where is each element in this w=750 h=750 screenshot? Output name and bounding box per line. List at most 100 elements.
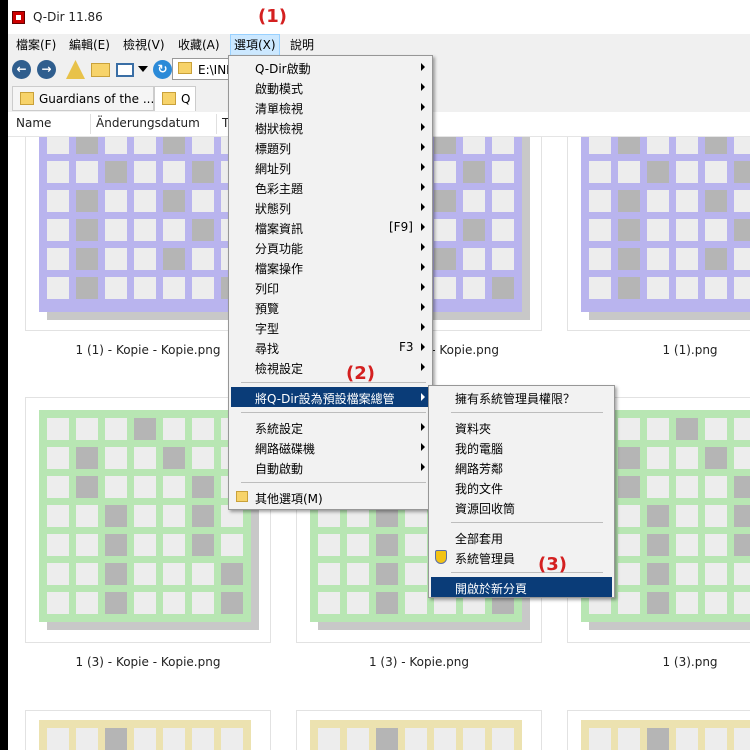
menu-item-find[interactable]: 尋找 F3 [231,337,430,357]
menu-item-system-settings[interactable]: 系統設定 [231,417,430,437]
grid-cell [618,728,640,750]
column-name[interactable]: Name [16,116,51,130]
submenu-item-network[interactable]: 網路芳鄰 [431,457,612,477]
menu-item-more-options[interactable]: 其他選項(M) [231,487,430,507]
view-mode-button[interactable] [116,63,134,77]
grid-cell [76,563,98,585]
tab-q[interactable]: Q [154,86,196,111]
submenu-item-open-new-tab[interactable]: 開啟於新分頁 [431,577,612,597]
column-separator[interactable] [216,114,217,134]
file-thumbnail[interactable] [296,710,542,750]
menu-item-file-operations[interactable]: 檔案操作 [231,257,430,277]
menu-favorites[interactable]: 收藏(A) [175,34,223,56]
menu-item-status-bar[interactable]: 狀態列 [231,197,430,217]
menu-item-default-explorer[interactable]: 將Q-Dir設為預設檔案總管 [231,387,430,407]
grid-cell [134,219,156,241]
file-name[interactable]: 1 (3) - Kopie - Kopie.png [25,655,271,669]
grid-cell [618,277,640,299]
menu-item-label: 擁有系統管理員權限？ [455,392,576,406]
grid-cell [47,161,69,183]
grid-cell [618,476,640,498]
thumbnail-image [310,720,522,750]
grid-cell [192,190,214,212]
menu-item-start-mode[interactable]: 啟動模式 [231,77,430,97]
submenu-item-admin-rights[interactable]: 擁有系統管理員權限？ [431,387,612,407]
grid-cell [105,190,127,212]
forward-button[interactable]: → [37,60,56,79]
menu-item-label: 色彩主題 [255,182,304,196]
grid-cell [618,592,640,614]
file-name[interactable]: 1 (3) - Kopie.png [296,655,542,669]
file-thumbnail[interactable] [25,710,271,750]
grid-cell [105,277,127,299]
menu-edit[interactable]: 編輯(E) [66,34,113,56]
menu-item-view-settings[interactable]: 檢視設定 [231,357,430,377]
column-modified[interactable]: Änderungsdatum [96,116,200,130]
menu-separator [451,412,603,413]
menu-item-label: 檢視設定 [255,362,304,376]
menu-item-tree-view[interactable]: 樹狀檢視 [231,117,430,137]
submenu-item-my-documents[interactable]: 我的文件 [431,477,612,497]
submenu-item-folder[interactable]: 資料夾 [431,417,612,437]
menu-item-label: 我的文件 [455,482,504,496]
new-folder-button[interactable] [91,63,110,77]
menu-help[interactable]: 說明 [287,34,317,56]
file-name[interactable]: 1 (1).png [567,343,750,357]
menu-item-label: 資料夾 [455,422,492,436]
chevron-right-icon [421,243,425,251]
grid-cell [589,728,611,750]
column-separator[interactable] [90,114,91,134]
menu-item-label: 分頁功能 [255,242,304,256]
menu-item-color-theme[interactable]: 色彩主題 [231,177,430,197]
file-name[interactable]: 1 (3).png [567,655,750,669]
menu-item-list-view[interactable]: 清單檢視 [231,97,430,117]
back-button[interactable]: ← [12,60,31,79]
submenu-item-my-computer[interactable]: 我的電腦 [431,437,612,457]
grid-cell [163,505,185,527]
grid-cell [434,219,456,241]
grid-cell [221,534,243,556]
grid-cell [676,418,698,440]
menu-item-title-bar[interactable]: 標題列 [231,137,430,157]
file-thumbnail[interactable] [567,137,750,331]
menu-item-label: 自動啟動 [255,462,304,476]
menu-item-file-info[interactable]: 檔案資訊 [F9] [231,217,430,237]
grid-cell [676,277,698,299]
grid-cell [705,418,727,440]
menu-item-preview[interactable]: 預覽 [231,297,430,317]
grid-cell [76,248,98,270]
menu-view[interactable]: 檢視(V) [120,34,168,56]
menu-item-tab-functions[interactable]: 分頁功能 [231,237,430,257]
menu-separator [451,522,603,523]
menu-options[interactable]: 選項(X) [230,34,280,56]
chevron-right-icon [421,183,425,191]
grid-cell [192,534,214,556]
menu-file[interactable]: 檔案(F) [13,34,59,56]
grid-cell [676,219,698,241]
tab-guardians[interactable]: Guardians of the ... [12,86,154,111]
refresh-button[interactable]: ↻ [153,60,172,79]
grid-cell [647,161,669,183]
menu-item-print[interactable]: 列印 [231,277,430,297]
grid-cell [47,277,69,299]
view-mode-dropdown-icon[interactable] [138,66,148,72]
menu-item-qdir-start[interactable]: Q-Dir啟動 [231,57,430,77]
file-thumbnail[interactable] [567,710,750,750]
grid-cell [318,563,340,585]
up-folder-button[interactable] [66,60,85,79]
grid-cell [47,476,69,498]
grid-cell [589,248,611,270]
submenu-item-apply-all[interactable]: 全部套用 [431,527,612,547]
shield-icon [435,550,447,564]
menu-item-network-drive[interactable]: 網路磁碟機 [231,437,430,457]
submenu-item-administrator[interactable]: 系統管理員 [431,547,612,567]
grid-cell [463,190,485,212]
grid-cell [618,563,640,585]
submenu-item-recycle-bin[interactable]: 資源回收筒 [431,497,612,517]
grid-cell [618,418,640,440]
menu-item-autostart[interactable]: 自動啟動 [231,457,430,477]
menu-item-font[interactable]: 字型 [231,317,430,337]
arrow-right-icon: → [41,62,52,76]
menu-item-address-bar[interactable]: 網址列 [231,157,430,177]
grid-cell [221,563,243,585]
